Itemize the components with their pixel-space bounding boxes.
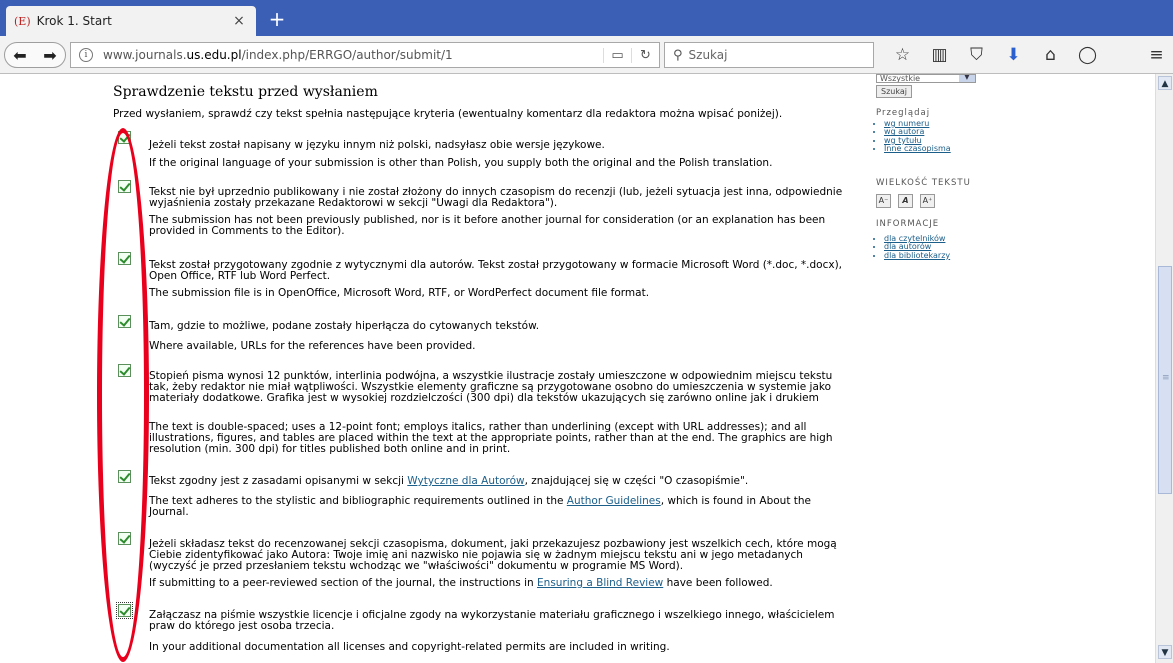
scrollbar-thumb[interactable]: ≡ <box>1158 266 1172 494</box>
chevron-down-icon[interactable]: ▼ <box>959 75 975 82</box>
tab-close-icon[interactable]: × <box>230 13 248 29</box>
sidebar-search-button[interactable]: Szukaj <box>876 85 912 98</box>
browse-link[interactable]: Inne czasopisma <box>884 144 951 153</box>
scroll-up-icon[interactable]: ▲ <box>1158 76 1172 90</box>
item-text-pl: Jeżeli tekst został napisany w języku in… <box>149 139 605 151</box>
item-text-en: The submission file is in OpenOffice, Mi… <box>149 287 650 299</box>
item-text-pl: Tam, gdzie to możliwe, podane zostały hi… <box>149 320 540 332</box>
download-icon[interactable]: ⬇ <box>995 45 1032 65</box>
font-default-button[interactable]: A <box>898 194 913 208</box>
new-tab-button[interactable]: + <box>264 8 290 32</box>
info-list: dla czytelników dla autorów dla bibliote… <box>884 234 950 260</box>
item-text-pl: Tekst nie był uprzednio publikowany i ni… <box>149 186 843 209</box>
item-text-en: In your additional documentation all lic… <box>149 641 670 653</box>
blind-review-link[interactable]: Ensuring a Blind Review <box>537 577 663 589</box>
info-heading: INFORMACJE <box>876 219 940 229</box>
font-larger-button[interactable]: A⁺ <box>920 194 935 208</box>
home-icon[interactable]: ⌂ <box>1032 45 1069 65</box>
item-text-pl: Jeżeli składasz tekst do recenzowanej se… <box>149 538 837 572</box>
font-size-heading: WIELKOŚĆ TEKSTU <box>876 178 971 188</box>
url-path: /index.php/ERRGO/author/submit/1 <box>241 48 453 62</box>
back-forward-group: ⬅ ➡ <box>4 42 66 68</box>
tab-active[interactable]: (E) Krok 1. Start × <box>6 6 256 36</box>
text-fragment: The text adheres to the stylistic and bi… <box>149 495 567 507</box>
search-input[interactable]: ⚲ Szukaj <box>664 42 874 68</box>
page-content: Sprawdzenie tekstu przed wysłaniem Przed… <box>0 74 1155 663</box>
item-text-en: The text is double-spaced; uses a 12-poi… <box>149 421 833 455</box>
text-fragment: have been followed. <box>663 577 773 589</box>
author-guidelines-link[interactable]: Author Guidelines <box>567 495 661 507</box>
item-text-en: Where available, URLs for the references… <box>149 340 476 352</box>
select-value: Wszystkie <box>880 74 921 83</box>
chat-bubble-icon[interactable]: ◯ <box>1069 45 1106 65</box>
search-icon: ⚲ <box>673 47 683 63</box>
vertical-scrollbar[interactable]: ▲ ≡ ▼ <box>1155 74 1173 663</box>
font-smaller-button[interactable]: A⁻ <box>876 194 891 208</box>
toolbar-icons: ☆ ▥ ⛉ ⬇ ⌂ ◯ ≡ <box>884 42 1164 68</box>
url-text[interactable]: www.journals.us.edu.pl/index.php/ERRGO/a… <box>103 48 603 62</box>
tab-strip: (E) Krok 1. Start × + <box>0 0 1173 36</box>
text-fragment: , znajdującej się w części "O czasopiśmi… <box>524 475 749 487</box>
item-text-pl: Tekst został przygotowany zgodnie z wyty… <box>149 259 843 282</box>
address-bar[interactable]: i www.journals.us.edu.pl/index.php/ERRGO… <box>70 42 660 68</box>
navigation-toolbar: ⬅ ➡ i www.journals.us.edu.pl/index.php/E… <box>0 36 1173 74</box>
guidelines-link-pl[interactable]: Wytyczne dla Autorów <box>407 475 524 487</box>
search-scope-select[interactable]: Wszystkie ▼ <box>876 74 976 83</box>
red-highlight-oval <box>97 128 149 662</box>
bookmark-star-icon[interactable]: ☆ <box>884 45 921 65</box>
hamburger-menu-icon[interactable]: ≡ <box>1138 45 1173 65</box>
url-prefix: www.journals. <box>103 48 187 62</box>
scroll-grip-icon: ≡ <box>1162 373 1170 383</box>
page-title: Sprawdzenie tekstu przed wysłaniem <box>113 84 378 100</box>
item-text-en: If submitting to a peer-reviewed section… <box>149 578 849 589</box>
item-text-en: If the original language of your submiss… <box>149 157 773 169</box>
item-text-en: The text adheres to the stylistic and bi… <box>149 496 849 518</box>
library-icon[interactable]: ▥ <box>921 45 958 65</box>
site-info-icon[interactable]: i <box>79 48 93 62</box>
item-text-en: The submission has not been previously p… <box>149 214 826 237</box>
browse-heading: Przeglądaj <box>876 108 931 118</box>
reload-icon[interactable]: ↻ <box>631 47 659 63</box>
intro-text: Przed wysłaniem, sprawdź czy tekst spełn… <box>113 108 783 120</box>
search-placeholder: Szukaj <box>688 48 728 62</box>
text-fragment: Tekst zgodny jest z zasadami opisanymi w… <box>149 475 408 487</box>
forward-arrow-icon[interactable]: ➡ <box>35 46 65 65</box>
info-link[interactable]: dla bibliotekarzy <box>884 251 950 260</box>
site-favicon-icon: (E) <box>14 14 31 28</box>
text-fragment: If submitting to a peer-reviewed section… <box>149 577 538 589</box>
scroll-down-icon[interactable]: ▼ <box>1158 645 1172 659</box>
url-domain: us.edu.pl <box>186 48 242 62</box>
reader-view-icon[interactable]: ▭ <box>603 47 631 63</box>
pocket-icon[interactable]: ⛉ <box>958 45 995 65</box>
back-arrow-icon[interactable]: ⬅ <box>5 46 35 65</box>
item-text-pl: Stopień pisma wynosi 12 punktów, interli… <box>149 370 833 404</box>
tab-title: Krok 1. Start <box>36 14 112 28</box>
item-text-pl: Tekst zgodny jest z zasadami opisanymi w… <box>149 476 849 487</box>
item-text-pl: Załączasz na piśmie wszystkie licencje i… <box>149 609 835 632</box>
browse-list: wg numeru wg autora wg tytułu Inne czaso… <box>884 119 951 154</box>
